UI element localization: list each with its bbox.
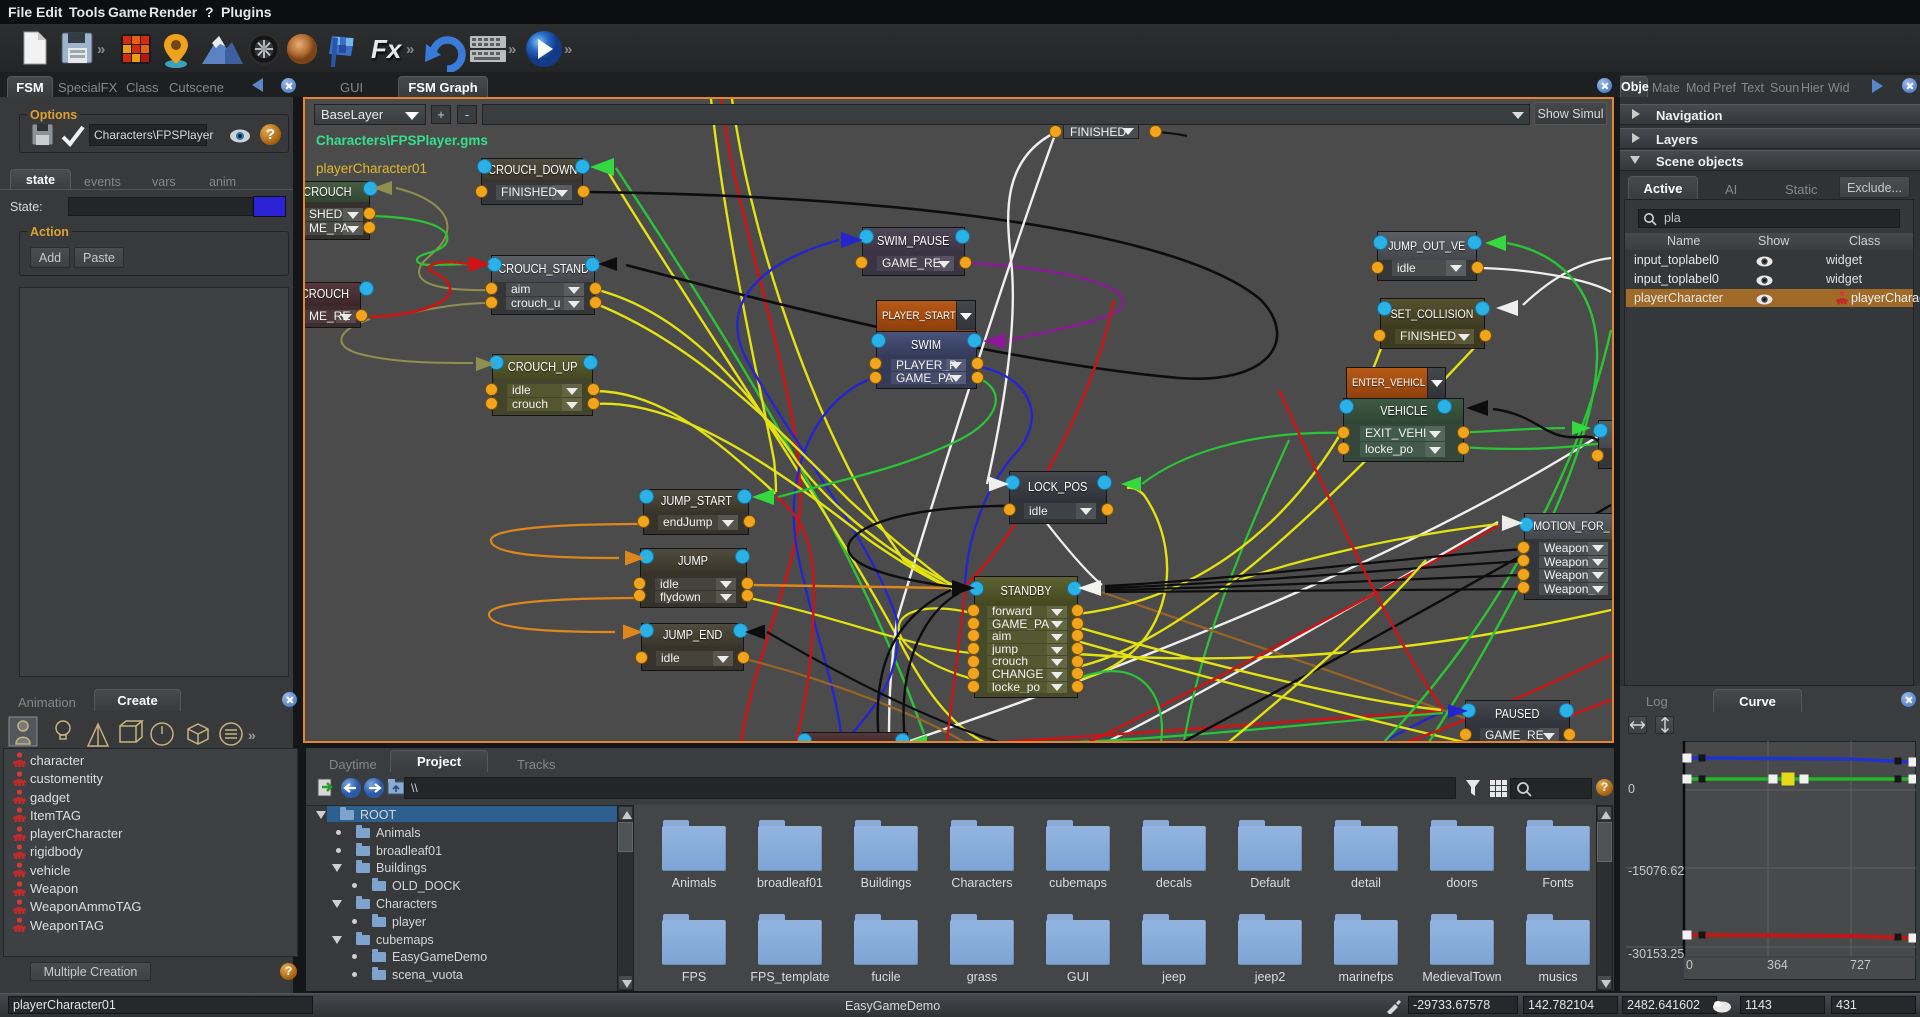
svg-text:»: » [564,41,572,58]
svg-text:»: » [406,41,414,58]
svg-text:»: » [97,41,105,58]
svg-text:»: » [508,41,516,58]
svg-text:»: » [248,727,256,743]
svg-text:Fx: Fx [371,34,403,64]
